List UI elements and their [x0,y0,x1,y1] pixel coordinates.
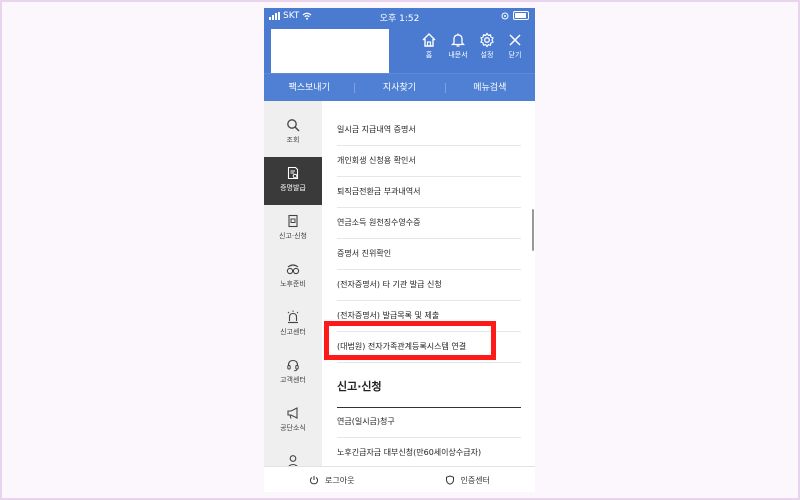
tab-menu-search[interactable]: 메뉴검색 [444,74,535,102]
sidebar-item-applications[interactable]: 신고·신청 [264,205,322,253]
close-button[interactable]: 닫기 [502,32,528,60]
cert-center-label: 인증센터 [460,475,490,485]
search-icon [287,119,300,132]
list-item[interactable]: 증명서 진위확인 [337,239,521,270]
list-item[interactable]: 연금(일시금)청구 [337,407,521,438]
sidebar-item-inquiry[interactable]: 조회 [264,109,322,157]
sub-navigation: 팩스보내기 지사찾기 메뉴검색 [264,73,535,102]
sidebar-item-customer-center[interactable]: 고객센터 [264,349,322,397]
settings-label: 설정 [480,51,494,59]
sidebar-item-label: 노후준비 [280,280,306,288]
home-icon [422,33,436,47]
home-label: 홈 [425,51,433,59]
sidebar-item-label: 고객센터 [280,376,306,384]
my-documents-label: 내문서 [448,51,468,59]
list-item[interactable]: 개인회생 신청용 확인서 [337,146,521,177]
list-item[interactable]: 노후긴급자금 대부신청(만60세이상수급자) [337,438,521,469]
tab-branch-finder[interactable]: 지사찾기 [354,74,444,102]
settings-button[interactable]: 설정 [474,32,500,60]
my-documents-button[interactable]: 내문서 [445,32,471,60]
headset-icon [287,359,299,372]
app-header: SKT 오후 1:52 홈 내문서 설정 닫기 팩스보내기 지사찾기 메뉴검색 [264,8,535,102]
app-logo [271,29,389,73]
close-label: 닫기 [508,51,522,59]
sidebar-item-label: 공단소식 [280,424,306,432]
sidebar-item-label: 증명발급 [280,184,306,192]
highlight-box [324,321,496,360]
battery-icon [513,11,529,20]
menu-content: 일시금 지급내역 증명서 개인회생 신청용 확인서 퇴직금전환금 부과내역서 연… [322,101,535,469]
logout-button[interactable]: 로그아웃 [264,467,400,492]
glasses-icon [286,264,300,275]
megaphone-icon [287,407,298,419]
scrollbar[interactable] [532,209,534,251]
document-icon [288,214,298,228]
shield-icon [445,475,454,485]
certificate-icon [287,166,299,180]
sidebar-item-report-center[interactable]: 신고센터 [264,301,322,349]
sidebar: 조회 증명발급 신고·신청 노후준비 신고센터 고객센터 공단소식 [264,101,327,468]
phone-screen: SKT 오후 1:52 홈 내문서 설정 닫기 팩스보내기 지사찾기 메뉴검색 … [264,8,535,492]
close-icon [509,34,521,46]
cert-center-button[interactable]: 인증센터 [400,467,536,492]
footer-bar: 로그아웃 인증센터 [264,466,535,492]
sidebar-item-label: 신고센터 [280,328,306,336]
orientation-lock-icon [501,12,509,19]
list-item[interactable]: (전자증명서) 타 기관 발급 신청 [337,270,521,301]
gear-icon [480,32,494,48]
sidebar-item-certificates[interactable]: 증명발급 [264,157,327,205]
sidebar-item-retirement[interactable]: 노후준비 [264,253,322,301]
list-item[interactable]: 퇴직금전환금 부과내역서 [337,177,521,208]
sidebar-item-news[interactable]: 공단소식 [264,397,322,445]
list-item[interactable]: 연금소득 원천징수영수증 [337,208,521,239]
status-time: 오후 1:52 [379,14,420,24]
list-item[interactable]: 일시금 지급내역 증명서 [337,115,521,146]
section-title: 신고·신청 [337,367,521,408]
sidebar-item-label: 신고·신청 [279,232,307,240]
home-button[interactable]: 홈 [416,32,442,60]
status-bar: SKT 오후 1:52 [264,8,535,26]
sidebar-item-label: 조회 [286,136,300,144]
alarm-light-icon [287,310,299,324]
tab-fax[interactable]: 팩스보내기 [264,74,354,102]
logout-label: 로그아웃 [325,475,355,485]
bell-icon [450,33,466,47]
power-icon [309,476,319,485]
